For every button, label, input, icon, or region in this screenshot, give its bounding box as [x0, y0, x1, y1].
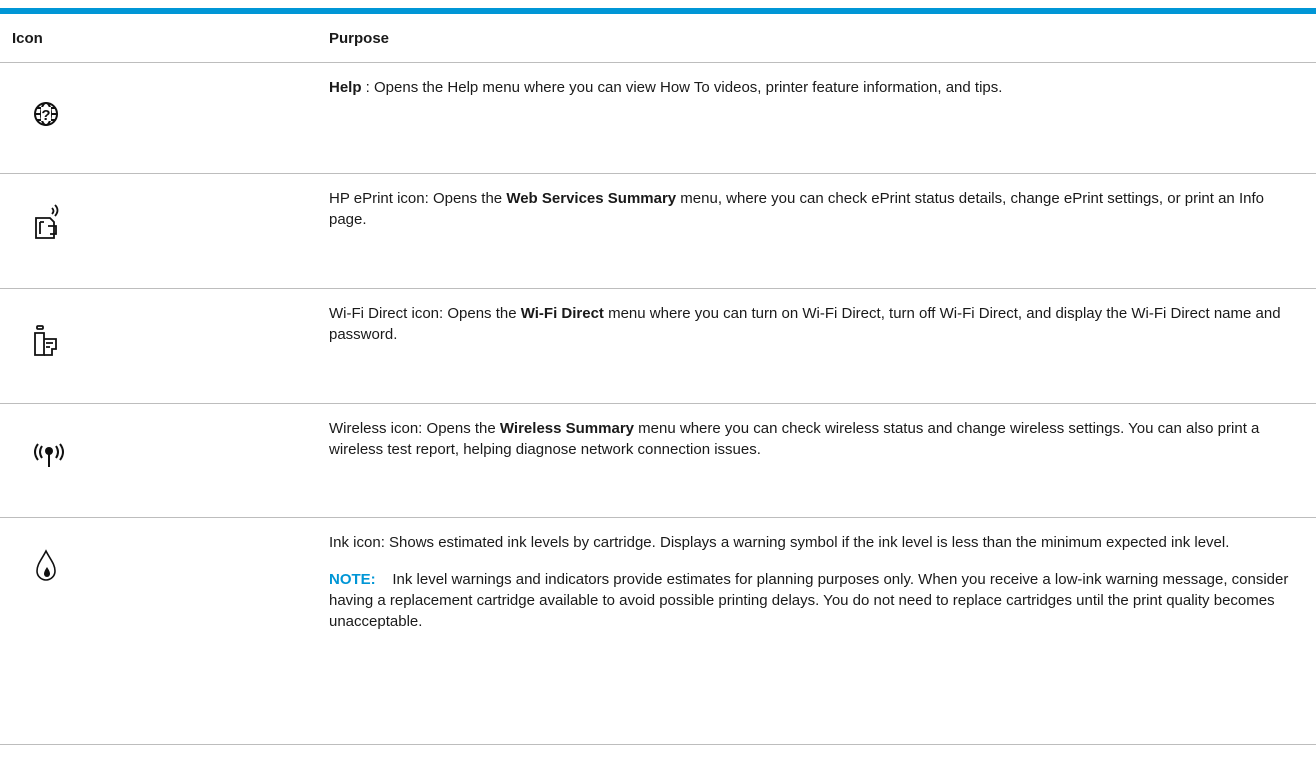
wireless-summary-label: Wireless Summary [499, 420, 635, 437]
column-header-purpose: Purpose [313, 14, 1316, 63]
page: Icon Purpose ? Help: Opens the Help men… [0, 0, 1316, 774]
column-header-icon: Icon [0, 14, 313, 63]
note: NOTE: Ink level warnings and indicators … [329, 569, 1300, 632]
control-panel-icons-table: Icon Purpose ? Help: Opens the Help men… [0, 14, 1316, 745]
help-label: Help [329, 79, 362, 96]
purpose-text: Help : Opens the Help menu where you can… [329, 79, 1003, 96]
purpose-cell: Help : Opens the Help menu where you can… [313, 62, 1316, 174]
purpose-cell: Ink icon: Shows estimated ink levels by … [313, 517, 1316, 745]
icon-cell [0, 403, 313, 518]
purpose-text: HP ePrint icon: Opens the Web Services S… [329, 190, 1264, 228]
wifi-direct-label: Wi-Fi Direct [520, 305, 604, 322]
table-row: Ink icon: Shows estimated ink levels by … [0, 517, 1316, 745]
table-row: ? Help : Opens the Help menu where you c… [0, 62, 1316, 174]
table-header-row: Icon Purpose [0, 14, 1316, 63]
purpose-cell: Wireless icon: Opens the Wireless Summar… [313, 403, 1316, 518]
note-text: Ink level warnings and indicators provid… [329, 571, 1289, 630]
wifi-direct-icon [34, 325, 57, 356]
icon-cell [0, 517, 313, 745]
wireless-icon [34, 443, 64, 467]
table-row: HP ePrint icon: Opens the Web Services S… [0, 173, 1316, 289]
table-row: Wireless icon: Opens the Wireless Summar… [0, 403, 1316, 518]
ink-drop-icon [36, 549, 56, 581]
icon-cell [0, 288, 313, 404]
purpose-text: Wi-Fi Direct icon: Opens the Wi-Fi Direc… [329, 305, 1281, 343]
purpose-text: Wireless icon: Opens the Wireless Summar… [329, 420, 1260, 458]
purpose-cell: HP ePrint icon: Opens the Web Services S… [313, 173, 1316, 289]
eprint-icon [35, 204, 59, 239]
table-row: Wi-Fi Direct icon: Opens the Wi-Fi Direc… [0, 288, 1316, 404]
svg-text:?: ? [41, 107, 50, 124]
purpose-text: Ink icon: Shows estimated ink levels by … [329, 534, 1230, 551]
help-globe-icon: ? [34, 102, 58, 126]
note-label: NOTE: [329, 571, 376, 588]
web-services-summary-label: Web Services Summary [506, 190, 677, 207]
icon-cell: ? [0, 62, 313, 174]
icon-cell [0, 173, 313, 289]
purpose-cell: Wi-Fi Direct icon: Opens the Wi-Fi Direc… [313, 288, 1316, 404]
